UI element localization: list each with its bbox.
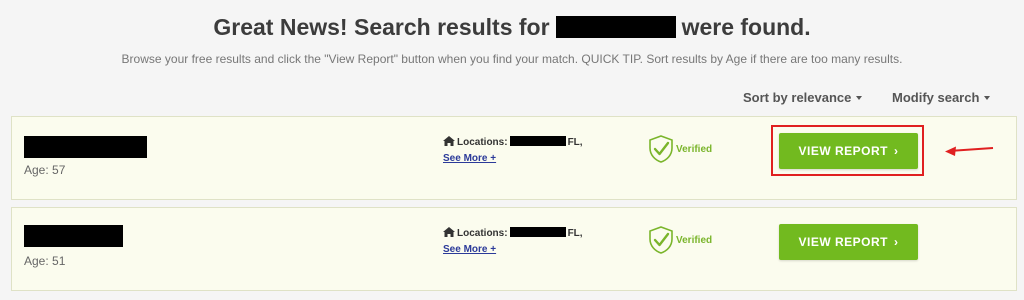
location-state: FL, (567, 228, 583, 239)
redacted-person-name (24, 136, 147, 158)
locations-label: Locations: (457, 228, 508, 239)
verified-badge: Verified (648, 226, 712, 254)
modify-label: Modify search (892, 90, 980, 105)
see-more-link[interactable]: See More + (443, 244, 496, 255)
sort-dropdown[interactable]: Sort by relevance (743, 90, 863, 105)
verified-label: Verified (676, 234, 713, 246)
location-state: FL, (567, 137, 583, 148)
arrow-left-icon (945, 146, 994, 156)
shield-check-icon (649, 226, 673, 254)
redacted-city (509, 227, 566, 237)
view-report-button[interactable]: VIEW REPORT › (779, 224, 918, 260)
search-results-page: Great News! Search results for were found… (0, 0, 1024, 300)
headline-after: were found. (681, 14, 811, 40)
shield-check-icon (649, 135, 673, 163)
home-icon (443, 227, 455, 237)
locations-info: Locations: FL, (443, 227, 583, 239)
annotation-highlight-box (771, 125, 924, 176)
redacted-person-name (24, 225, 123, 247)
see-more-link[interactable]: See More + (443, 153, 496, 164)
chevron-right-icon: › (894, 235, 899, 249)
locations-info: Locations: FL, (443, 136, 583, 148)
person-age: Age: 57 (24, 163, 66, 177)
page-subtitle: Browse your free results and click the "… (121, 52, 903, 66)
result-card: Age: 51 Locations: FL, See More + Verifie… (11, 207, 1017, 291)
verified-badge: Verified (648, 135, 712, 163)
caret-down-icon (856, 96, 863, 100)
home-icon (443, 136, 455, 146)
person-age: Age: 51 (24, 254, 66, 268)
locations-label: Locations: (457, 137, 508, 148)
redacted-search-name (555, 16, 676, 38)
sort-label: Sort by relevance (743, 90, 852, 105)
modify-search-dropdown[interactable]: Modify search (892, 90, 991, 105)
view-report-label: VIEW REPORT (798, 235, 888, 249)
page-title: Great News! Search results for were found… (0, 14, 1024, 41)
redacted-city (509, 136, 566, 146)
caret-down-icon (984, 96, 991, 100)
headline-before: Great News! Search results for (213, 14, 550, 40)
verified-label: Verified (676, 143, 713, 155)
